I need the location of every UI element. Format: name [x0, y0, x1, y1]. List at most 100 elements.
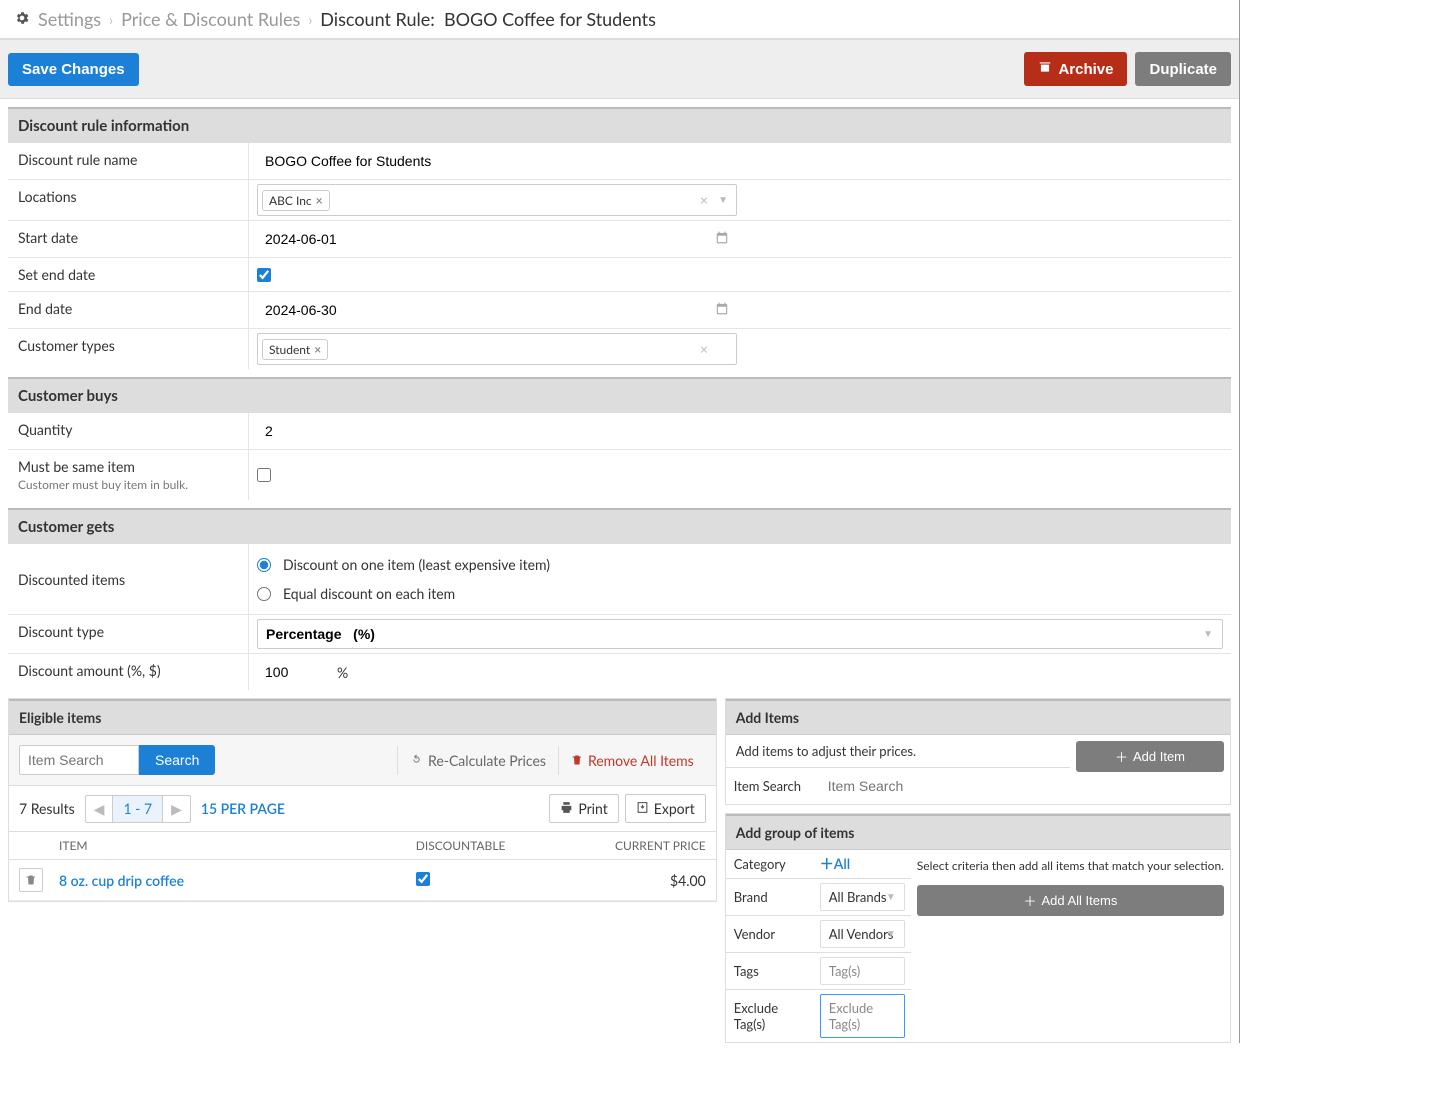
- item-price: $4.00: [556, 872, 706, 889]
- plus-icon: ＋: [1023, 891, 1036, 910]
- save-button[interactable]: Save Changes: [8, 53, 139, 86]
- radio-one-item-label: Discount on one item (least expensive it…: [283, 556, 550, 573]
- discount-amount-suffix: %: [337, 664, 348, 681]
- label-brand: Brand: [726, 883, 814, 911]
- input-discount-amount[interactable]: [257, 658, 327, 686]
- exclude-tags-input[interactable]: Exclude Tag(s): [820, 994, 905, 1038]
- table-row: 8 oz. cup drip coffee $4.00: [9, 860, 716, 901]
- panel-add-group: Add group of items Category ＋All: [725, 813, 1231, 1043]
- panel-eligible-items: Eligible items Search Re-Calculate Price…: [8, 698, 717, 902]
- add-group-instr: Select criteria then add all items that …: [917, 858, 1224, 873]
- label-start-date: Start date: [8, 221, 248, 257]
- customer-type-chip-student: Student ×: [262, 339, 328, 360]
- label-category: Category: [726, 850, 814, 878]
- chevron-right-icon: ›: [308, 11, 312, 28]
- checkbox-same-item[interactable]: [257, 468, 271, 482]
- input-end-date[interactable]: [257, 296, 737, 324]
- radio-each-item-label: Equal discount on each item: [283, 585, 455, 602]
- chevron-right-icon: ›: [109, 11, 113, 28]
- label-tags: Tags: [726, 957, 814, 985]
- delete-row-button[interactable]: [19, 868, 43, 892]
- eligible-search-input[interactable]: [19, 745, 139, 775]
- clear-icon[interactable]: ×: [700, 341, 708, 358]
- panel-head-eligible: Eligible items: [9, 699, 716, 735]
- label-discount-type: Discount type: [8, 615, 248, 653]
- input-quantity[interactable]: [257, 417, 1223, 445]
- chevron-down-icon[interactable]: ▼: [718, 194, 728, 206]
- select-discount-type[interactable]: ▼: [257, 619, 1223, 649]
- per-page-toggle[interactable]: 15 PER PAGE: [201, 800, 285, 817]
- breadcrumb: Settings › Price & Discount Rules › Disc…: [0, 0, 1239, 39]
- action-bar: Save Changes Archive Duplicate: [0, 39, 1239, 99]
- label-vendor: Vendor: [726, 920, 814, 948]
- breadcrumb-settings[interactable]: Settings: [38, 8, 101, 30]
- panel-rule-info: Discount rule information Discount rule …: [8, 107, 1231, 369]
- panel-head-rule-info: Discount rule information: [8, 107, 1231, 143]
- chevron-down-icon: ▼: [886, 928, 896, 940]
- export-icon: [636, 800, 649, 817]
- recalculate-button[interactable]: Re-Calculate Prices: [397, 746, 558, 775]
- item-link[interactable]: 8 oz. cup drip coffee: [59, 872, 416, 889]
- pager-next[interactable]: ▶: [163, 796, 190, 822]
- label-exclude-tags: Exclude Tag(s): [726, 994, 814, 1038]
- label-discounted-items: Discounted items: [8, 544, 248, 614]
- pager-current: 1 - 7: [113, 796, 163, 822]
- duplicate-button[interactable]: Duplicate: [1135, 52, 1231, 86]
- print-button[interactable]: Print: [549, 794, 618, 823]
- radio-one-item[interactable]: [257, 558, 271, 572]
- add-item-button[interactable]: ＋ Add Item: [1076, 741, 1224, 772]
- panel-add-items: Add Items Add items to adjust their pric…: [725, 698, 1231, 805]
- locations-select[interactable]: ABC Inc × × ▼: [257, 184, 737, 216]
- trash-icon: [571, 752, 583, 769]
- vendor-select[interactable]: All Vendors ▼: [820, 920, 905, 948]
- panel-head-add-items: Add Items: [726, 699, 1230, 735]
- remove-all-button[interactable]: Remove All Items: [558, 746, 706, 775]
- label-discount-amount: Discount amount (%, $): [8, 654, 248, 690]
- category-all-link[interactable]: ＋All: [820, 855, 850, 872]
- label-locations: Locations: [8, 180, 248, 220]
- customer-types-select[interactable]: Student × ×: [257, 333, 737, 365]
- eligible-search-button[interactable]: Search: [139, 745, 215, 775]
- archive-button[interactable]: Archive: [1024, 52, 1127, 86]
- remove-chip-icon[interactable]: ×: [316, 193, 323, 208]
- radio-each-item[interactable]: [257, 587, 271, 601]
- add-items-instr: Add items to adjust their prices.: [726, 735, 1070, 767]
- panel-head-gets: Customer gets: [8, 508, 1231, 544]
- panel-head-buys: Customer buys: [8, 377, 1231, 413]
- archive-icon: [1038, 60, 1052, 78]
- breadcrumb-rules[interactable]: Price & Discount Rules: [121, 8, 300, 30]
- panel-head-add-group: Add group of items: [726, 814, 1230, 850]
- panel-customer-gets: Customer gets Discounted items Discount …: [8, 508, 1231, 690]
- calendar-icon[interactable]: [715, 302, 729, 319]
- chevron-down-icon: ▼: [886, 891, 896, 903]
- chevron-down-icon: ▼: [1203, 628, 1213, 640]
- checkbox-discountable[interactable]: [416, 872, 430, 886]
- checkbox-set-end-date[interactable]: [257, 268, 271, 282]
- brand-select[interactable]: All Brands ▼: [820, 883, 905, 911]
- input-start-date[interactable]: [257, 225, 737, 253]
- label-item-search: Item Search: [726, 772, 814, 800]
- panel-customer-buys: Customer buys Quantity Must be same item…: [8, 377, 1231, 500]
- breadcrumb-current: Discount Rule: BOGO Coffee for Students: [320, 8, 656, 30]
- pager-prev[interactable]: ◀: [86, 796, 114, 822]
- input-rule-name[interactable]: [257, 147, 1223, 175]
- label-quantity: Quantity: [8, 413, 248, 449]
- label-end-date: End date: [8, 292, 248, 328]
- label-set-end-date: Set end date: [8, 258, 248, 291]
- clear-icon[interactable]: ×: [700, 192, 708, 209]
- tags-input[interactable]: Tag(s): [820, 957, 905, 985]
- refresh-icon: [410, 752, 423, 769]
- label-customer-types: Customer types: [8, 329, 248, 369]
- plus-icon: ＋: [1115, 747, 1128, 766]
- calendar-icon[interactable]: [715, 231, 729, 248]
- input-add-item-search[interactable]: [820, 772, 1064, 800]
- results-count: 7 Results: [19, 800, 75, 817]
- add-all-items-button[interactable]: ＋ Add All Items: [917, 885, 1224, 916]
- plus-icon: ＋: [820, 855, 834, 872]
- remove-chip-icon[interactable]: ×: [314, 342, 321, 357]
- location-chip-abc: ABC Inc ×: [262, 190, 330, 211]
- eligible-table-head: ITEM DISCOUNTABLE CURRENT PRICE: [9, 832, 716, 860]
- label-same-item: Must be same item Customer must buy item…: [8, 450, 248, 500]
- export-button[interactable]: Export: [625, 794, 706, 823]
- gear-icon: [14, 10, 30, 29]
